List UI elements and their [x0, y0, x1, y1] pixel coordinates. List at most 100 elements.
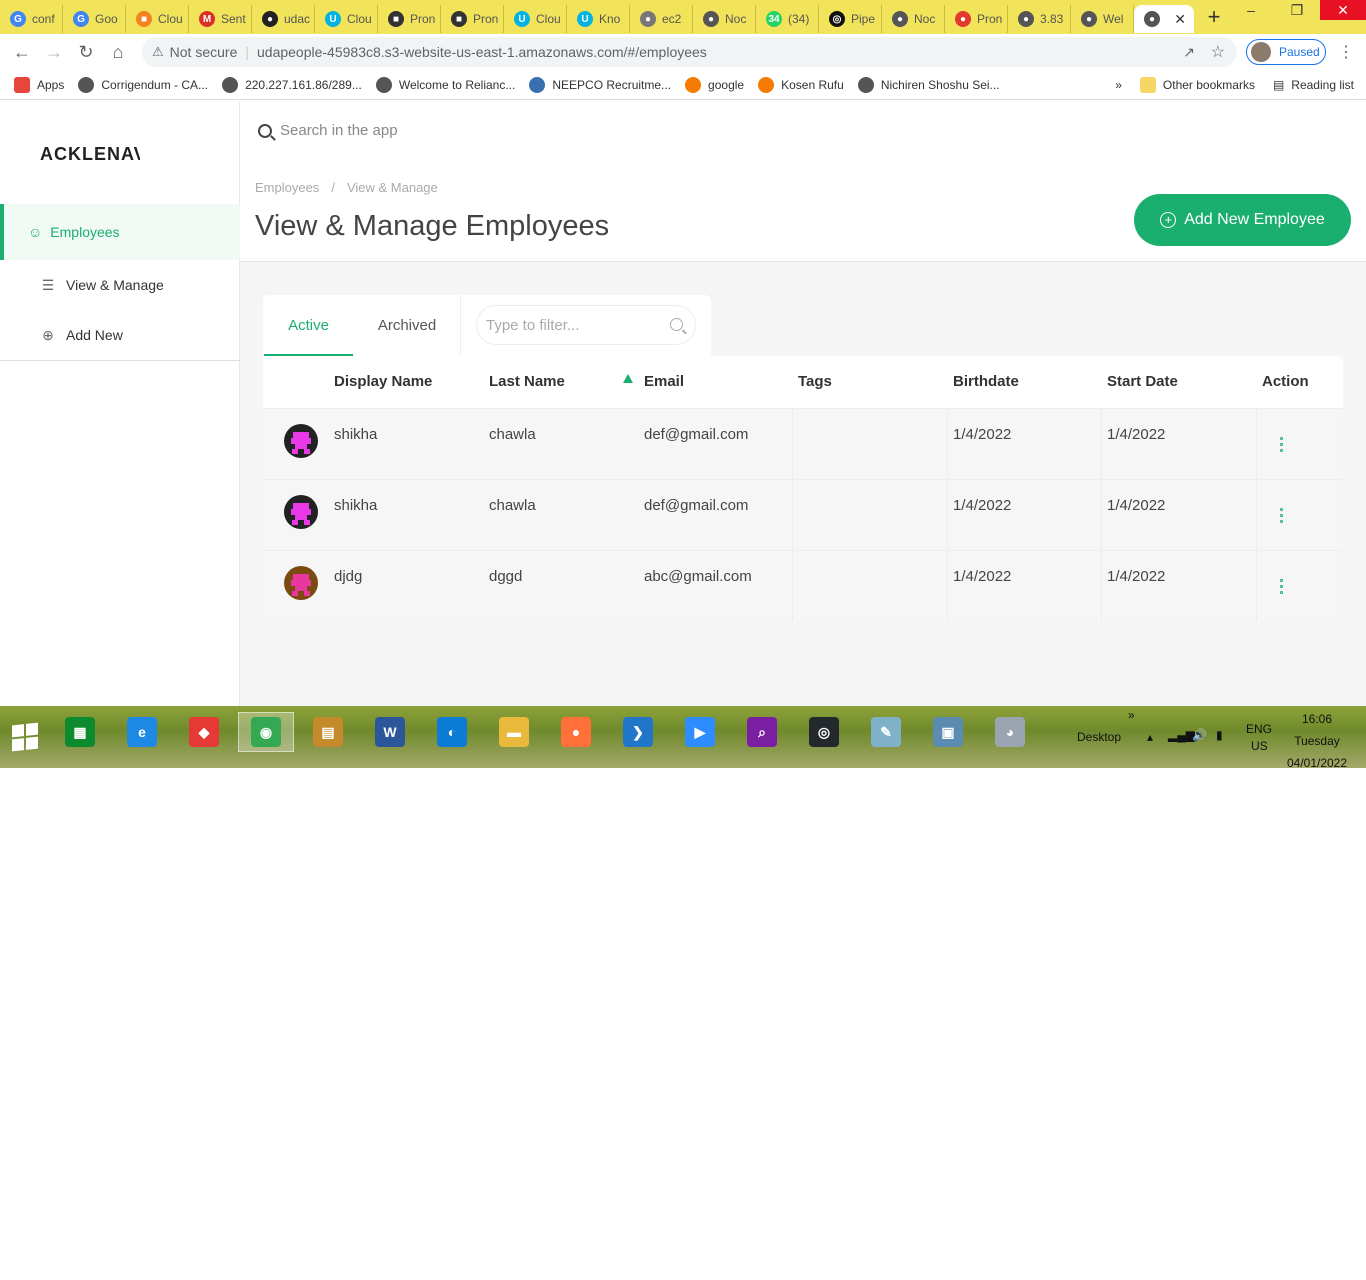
- address-bar[interactable]: ⚠ Not secure | udapeople-45983c8.s3-webs…: [142, 37, 1237, 67]
- row-actions-icon[interactable]: [1278, 437, 1284, 452]
- column-header-tags[interactable]: Tags: [798, 373, 832, 390]
- browser-tab[interactable]: ■ Clou: [126, 5, 189, 33]
- forward-button[interactable]: →: [38, 42, 70, 63]
- taskbar-firefox[interactable]: ●: [548, 712, 604, 752]
- breadcrumb-employees[interactable]: Employees: [255, 180, 319, 195]
- row-actions-icon[interactable]: [1278, 508, 1284, 523]
- sidebar-item-view-manage[interactable]: ☰ View & Manage: [40, 277, 164, 293]
- browser-tab[interactable]: ● Noc: [693, 5, 756, 33]
- bookmark-item[interactable]: Corrigendum - CA...: [78, 76, 208, 93]
- add-new-employee-button[interactable]: + Add New Employee: [1134, 194, 1351, 246]
- bookmark-label: Nichiren Shoshu Sei...: [880, 77, 1000, 92]
- taskbar-paint[interactable]: ◕: [982, 712, 1038, 752]
- taskbar-overflow-icon[interactable]: »: [1128, 708, 1135, 722]
- browser-tab[interactable]: ● Pron: [945, 5, 1008, 33]
- column-header-email[interactable]: Email: [644, 373, 684, 390]
- taskbar-vscode[interactable]: ❯: [610, 712, 666, 752]
- bookmark-item[interactable]: Nichiren Shoshu Sei...: [857, 76, 1000, 93]
- home-button[interactable]: ⌂: [102, 42, 134, 63]
- windows-start-icon[interactable]: [12, 722, 38, 752]
- column-header-last-name[interactable]: Last Name: [489, 373, 565, 390]
- taskbar-word[interactable]: W: [362, 712, 418, 752]
- sort-ascending-icon[interactable]: [623, 374, 633, 383]
- taskbar-edge[interactable]: ◐: [424, 712, 480, 752]
- bookmark-item[interactable]: google: [685, 76, 744, 93]
- browser-tab[interactable]: ● Wel: [1071, 5, 1134, 33]
- table-row[interactable]: shikha chawla def@gmail.com 1/4/2022 1/4/202…: [263, 480, 1343, 551]
- bookmark-star-icon[interactable]: ☆: [1211, 42, 1225, 62]
- back-button[interactable]: ←: [6, 42, 38, 63]
- taskbar-notepad[interactable]: ✎: [858, 712, 914, 752]
- battery-icon[interactable]: ▮: [1216, 728, 1223, 742]
- taskbar-chrome[interactable]: ◉: [238, 712, 294, 752]
- browser-tab[interactable]: ● udac: [252, 5, 315, 33]
- close-tab-icon[interactable]: ✕: [1174, 11, 1186, 28]
- app-search[interactable]: Search in the app: [258, 122, 398, 139]
- bookmarks-overflow-icon[interactable]: »: [1115, 78, 1122, 92]
- browser-tab[interactable]: U Kno: [567, 5, 630, 33]
- filter-input[interactable]: Type to filter...: [476, 305, 696, 345]
- tab-archived[interactable]: Archived: [363, 295, 451, 356]
- column-header-display-name[interactable]: Display Name: [334, 373, 432, 390]
- tab-label: Pron: [410, 12, 436, 26]
- taskbar-photos[interactable]: ▣: [920, 712, 976, 752]
- browser-tab[interactable]: ■ Pron: [441, 5, 504, 33]
- taskbar-internet-explorer[interactable]: e: [114, 712, 170, 752]
- desktop-toolbar[interactable]: Desktop: [1077, 730, 1121, 744]
- bookmark-item[interactable]: Apps: [14, 76, 64, 93]
- network-icon[interactable]: ▂▄▆: [1168, 728, 1195, 742]
- bookmark-item[interactable]: Kosen Rufu: [758, 76, 844, 93]
- browser-tab[interactable]: U Clou: [315, 5, 378, 33]
- browser-tab[interactable]: ■ Pron: [378, 5, 441, 33]
- browser-tab[interactable]: ● ec2: [630, 5, 693, 33]
- security-label[interactable]: Not secure: [170, 44, 238, 60]
- row-actions-icon[interactable]: [1278, 579, 1284, 594]
- browser-tab[interactable]: ● 3.83: [1008, 5, 1071, 33]
- share-icon[interactable]: ↗: [1183, 44, 1195, 61]
- restore-button[interactable]: ❐: [1274, 0, 1320, 34]
- search-input[interactable]: Search in the app: [280, 122, 398, 139]
- taskbar-zoom[interactable]: ▶: [672, 712, 728, 752]
- cell-birthdate: 1/4/2022: [953, 568, 1012, 585]
- show-hidden-icons[interactable]: ▴: [1147, 730, 1153, 744]
- language-indicator[interactable]: ENG: [1246, 722, 1272, 736]
- sidebar-divider: [0, 360, 240, 361]
- app-logo[interactable]: ACKLENAVENUE: [40, 144, 140, 165]
- volume-icon[interactable]: 🔊: [1192, 728, 1207, 742]
- browser-tab[interactable]: ● Noc: [882, 5, 945, 33]
- bookmark-item[interactable]: Welcome to Relianc...: [375, 76, 515, 93]
- taskbar-anydesk[interactable]: ◆: [176, 712, 232, 752]
- taskbar-store[interactable]: ▦: [52, 712, 108, 752]
- bookmark-item[interactable]: NEEPCO Recruitme...: [529, 76, 671, 93]
- minimize-button[interactable]: –: [1228, 0, 1274, 34]
- tab-active[interactable]: Active: [264, 295, 353, 356]
- sidebar-item-add-new[interactable]: ⊕ Add New: [40, 327, 123, 343]
- browser-tab[interactable]: ◎ Pipe: [819, 5, 882, 33]
- breadcrumb-view-manage[interactable]: View & Manage: [347, 180, 438, 195]
- browser-tab[interactable]: M Sent: [189, 5, 252, 33]
- bookmark-item[interactable]: 220.227.161.86/289...: [222, 76, 362, 93]
- taskbar-search-app[interactable]: ⌕: [734, 712, 790, 752]
- taskbar-archive[interactable]: ▤: [300, 712, 356, 752]
- browser-menu-icon[interactable]: ⋮: [1338, 42, 1354, 62]
- other-bookmarks[interactable]: Other bookmarks: [1139, 77, 1255, 93]
- table-row[interactable]: shikha chawla def@gmail.com 1/4/2022 1/4/202…: [263, 409, 1343, 480]
- taskbar-github[interactable]: ◎: [796, 712, 852, 752]
- add-button-label: Add New Employee: [1184, 211, 1325, 228]
- url-text[interactable]: udapeople-45983c8.s3-website-us-east-1.a…: [257, 44, 707, 60]
- profile-button[interactable]: Paused: [1246, 39, 1326, 65]
- browser-tab[interactable]: Gconf: [0, 5, 63, 33]
- browser-tab[interactable]: ● ✕: [1134, 5, 1194, 33]
- browser-tab[interactable]: 34 (34): [756, 5, 819, 33]
- reload-button[interactable]: ↻: [70, 42, 102, 63]
- table-row[interactable]: djdg dggd abc@gmail.com 1/4/2022 1/4/2022: [263, 551, 1343, 622]
- browser-tab[interactable]: U Clou: [504, 5, 567, 33]
- column-header-birthdate[interactable]: Birthdate: [953, 373, 1019, 390]
- taskbar-file-explorer[interactable]: ▬: [486, 712, 542, 752]
- sidebar-item-employees[interactable]: ☺ Employees: [0, 204, 240, 260]
- clock[interactable]: 16:06 Tuesday 04/01/2022: [1285, 708, 1349, 774]
- reading-list[interactable]: ▤ Reading list: [1273, 78, 1354, 92]
- browser-tab[interactable]: G Goo: [63, 5, 126, 33]
- column-header-start-date[interactable]: Start Date: [1107, 373, 1178, 390]
- close-window-button[interactable]: ✕: [1320, 0, 1366, 20]
